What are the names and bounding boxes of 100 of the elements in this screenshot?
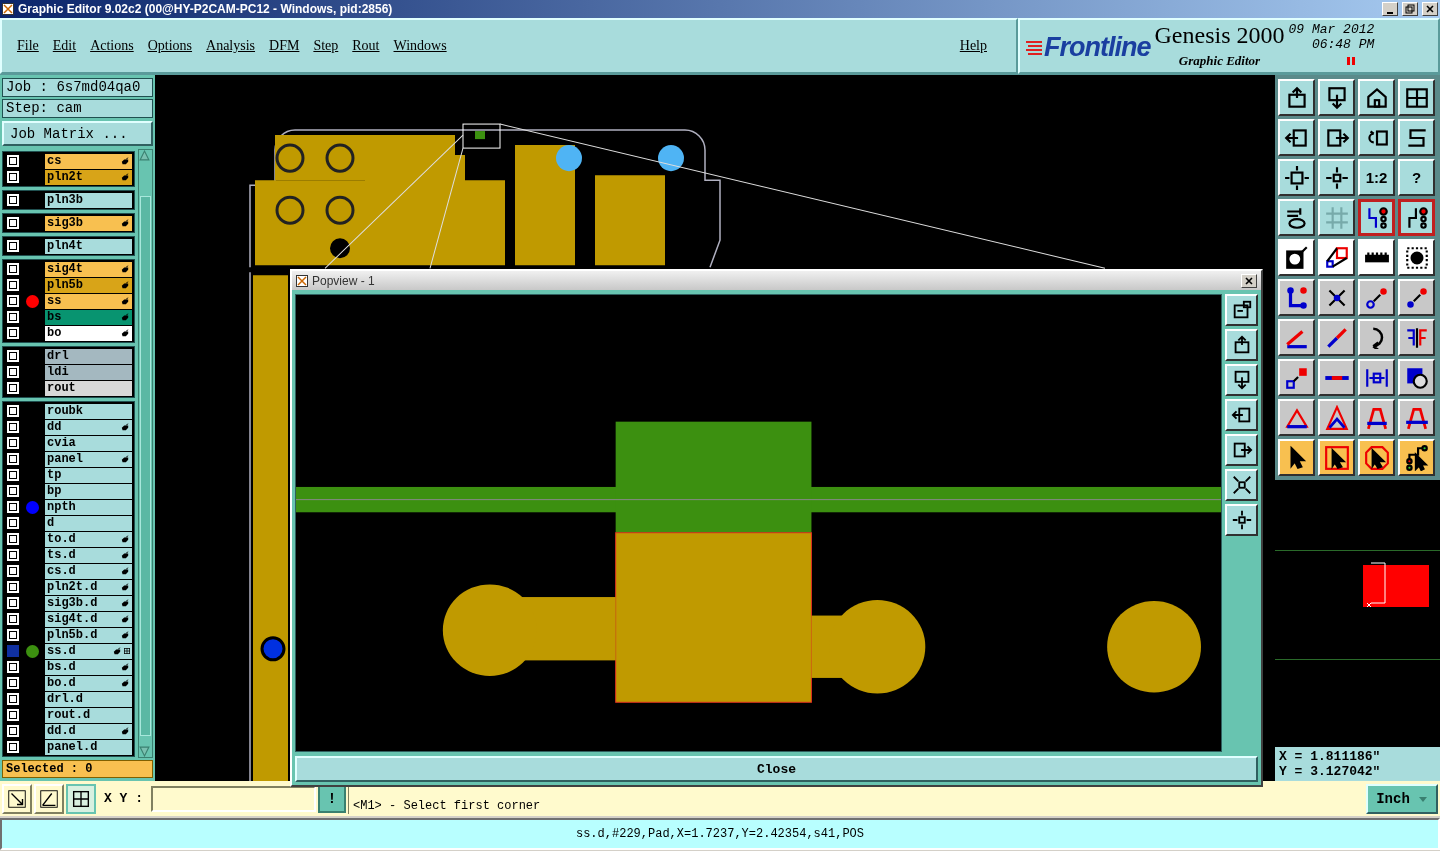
tool-button[interactable] bbox=[1358, 199, 1395, 236]
layer-item[interactable]: panel bbox=[45, 451, 132, 467]
tool-button[interactable] bbox=[1358, 279, 1395, 316]
layer-item[interactable]: drl.d bbox=[45, 691, 132, 707]
layer-item[interactable]: drl bbox=[45, 348, 132, 364]
tool-button[interactable] bbox=[1278, 199, 1315, 236]
menu-item[interactable]: Analysis bbox=[206, 38, 256, 54]
tool-button[interactable] bbox=[1358, 399, 1395, 436]
tool-button[interactable] bbox=[1278, 79, 1315, 116]
layer-item[interactable]: cs.d bbox=[45, 563, 132, 579]
layer-item[interactable]: sig3b.d bbox=[45, 595, 132, 611]
minimize-button[interactable] bbox=[1382, 2, 1398, 16]
view-button[interactable] bbox=[1225, 329, 1258, 361]
tool-button[interactable] bbox=[1318, 199, 1355, 236]
layer-item[interactable]: dd.d bbox=[45, 723, 132, 739]
view-button[interactable] bbox=[1225, 469, 1258, 501]
layer-checkbox[interactable] bbox=[7, 645, 19, 657]
tool-button[interactable] bbox=[1318, 319, 1355, 356]
tool-button[interactable] bbox=[1278, 279, 1315, 316]
layer-item[interactable]: ss bbox=[45, 293, 132, 309]
layer-item[interactable]: npth bbox=[45, 499, 132, 515]
layer-item[interactable]: sig4t bbox=[45, 261, 132, 277]
tool-button[interactable] bbox=[1398, 79, 1435, 116]
layer-item[interactable]: panel.d bbox=[45, 739, 132, 755]
tool-button[interactable] bbox=[1318, 119, 1355, 156]
tool-button[interactable] bbox=[1358, 239, 1395, 276]
snap-button[interactable] bbox=[2, 783, 32, 814]
tool-button[interactable] bbox=[1398, 239, 1435, 276]
layer-item[interactable]: d bbox=[45, 515, 132, 531]
tool-button[interactable] bbox=[1358, 319, 1395, 356]
menu-item[interactable]: Step bbox=[313, 38, 339, 54]
job-matrix-button[interactable]: Job Matrix ... bbox=[2, 121, 153, 146]
layer-item[interactable]: bp bbox=[45, 483, 132, 499]
tool-button[interactable] bbox=[1278, 359, 1315, 396]
layer-item[interactable]: bs bbox=[45, 309, 132, 325]
xy-input-field[interactable] bbox=[151, 785, 316, 812]
tool-button[interactable] bbox=[1398, 439, 1435, 476]
grid-button[interactable] bbox=[66, 783, 96, 814]
menu-item[interactable]: Edit bbox=[52, 38, 77, 54]
tool-button[interactable] bbox=[1358, 439, 1395, 476]
tool-button[interactable]: ? bbox=[1398, 159, 1435, 196]
layer-item[interactable]: rout bbox=[45, 380, 132, 396]
layer-item[interactable]: dd bbox=[45, 419, 132, 435]
view-button[interactable] bbox=[1225, 434, 1258, 466]
menu-item[interactable]: Options bbox=[147, 38, 193, 54]
tool-button[interactable]: 1:2 bbox=[1358, 159, 1395, 196]
tool-button[interactable] bbox=[1318, 439, 1355, 476]
view-button[interactable] bbox=[1225, 364, 1258, 396]
tool-button[interactable] bbox=[1278, 399, 1315, 436]
tool-button[interactable] bbox=[1398, 279, 1435, 316]
layer-item[interactable]: pln5b bbox=[45, 277, 132, 293]
layer-item[interactable]: sig4t.d bbox=[45, 611, 132, 627]
angle-button[interactable] bbox=[34, 783, 64, 814]
view-button[interactable] bbox=[1225, 504, 1258, 536]
tool-button[interactable] bbox=[1318, 359, 1355, 396]
tool-button[interactable] bbox=[1318, 79, 1355, 116]
layer-item[interactable]: pln2t bbox=[45, 169, 132, 185]
overview-map[interactable] bbox=[1275, 550, 1440, 660]
layer-item[interactable]: ldi bbox=[45, 364, 132, 380]
layer-item[interactable]: bs.d bbox=[45, 659, 132, 675]
tool-button[interactable] bbox=[1318, 399, 1355, 436]
layer-item[interactable]: cvia bbox=[45, 435, 132, 451]
tool-button[interactable] bbox=[1398, 399, 1435, 436]
tool-button[interactable] bbox=[1358, 119, 1395, 156]
layer-item[interactable]: pln3b bbox=[45, 192, 132, 208]
tool-button[interactable] bbox=[1278, 239, 1315, 276]
tool-button[interactable] bbox=[1318, 279, 1355, 316]
view-button[interactable] bbox=[1225, 399, 1258, 431]
layer-item[interactable]: pln4t bbox=[45, 238, 132, 254]
layer-item[interactable]: pln2t.d bbox=[45, 579, 132, 595]
tool-button[interactable] bbox=[1278, 319, 1315, 356]
menu-item[interactable]: Rout bbox=[352, 38, 380, 54]
menu-item[interactable]: File bbox=[17, 38, 39, 54]
units-dropdown[interactable]: Inch bbox=[1366, 783, 1438, 814]
layer-item[interactable]: to.d bbox=[45, 531, 132, 547]
tool-button[interactable] bbox=[1318, 239, 1355, 276]
layer-item[interactable]: cs bbox=[45, 153, 132, 169]
tool-button[interactable] bbox=[1398, 199, 1435, 236]
layer-item[interactable]: bo bbox=[45, 325, 132, 341]
menu-item[interactable]: DFM bbox=[269, 38, 300, 54]
tool-button[interactable] bbox=[1278, 159, 1315, 196]
view-button[interactable] bbox=[1225, 294, 1258, 326]
layer-item[interactable]: rout.d bbox=[45, 707, 132, 723]
help-menu[interactable]: Help bbox=[959, 38, 987, 54]
layer-item[interactable]: ss.d bbox=[45, 643, 132, 659]
close-button[interactable]: Close bbox=[295, 756, 1258, 782]
tool-button[interactable] bbox=[1358, 359, 1395, 396]
layer-item[interactable]: sig3b bbox=[45, 215, 132, 231]
close-button[interactable] bbox=[1422, 2, 1438, 16]
close-button[interactable] bbox=[1241, 273, 1257, 288]
tool-button[interactable] bbox=[1398, 119, 1435, 156]
tool-button[interactable] bbox=[1398, 319, 1435, 356]
restore-button[interactable] bbox=[1402, 2, 1418, 16]
menu-item[interactable]: Windows bbox=[393, 38, 447, 54]
tool-button[interactable] bbox=[1278, 119, 1315, 156]
layer-item[interactable]: pln5b.d bbox=[45, 627, 132, 643]
tool-button[interactable] bbox=[1358, 79, 1395, 116]
tool-button[interactable] bbox=[1318, 159, 1355, 196]
tool-button[interactable] bbox=[1398, 359, 1435, 396]
tool-button[interactable] bbox=[1278, 439, 1315, 476]
